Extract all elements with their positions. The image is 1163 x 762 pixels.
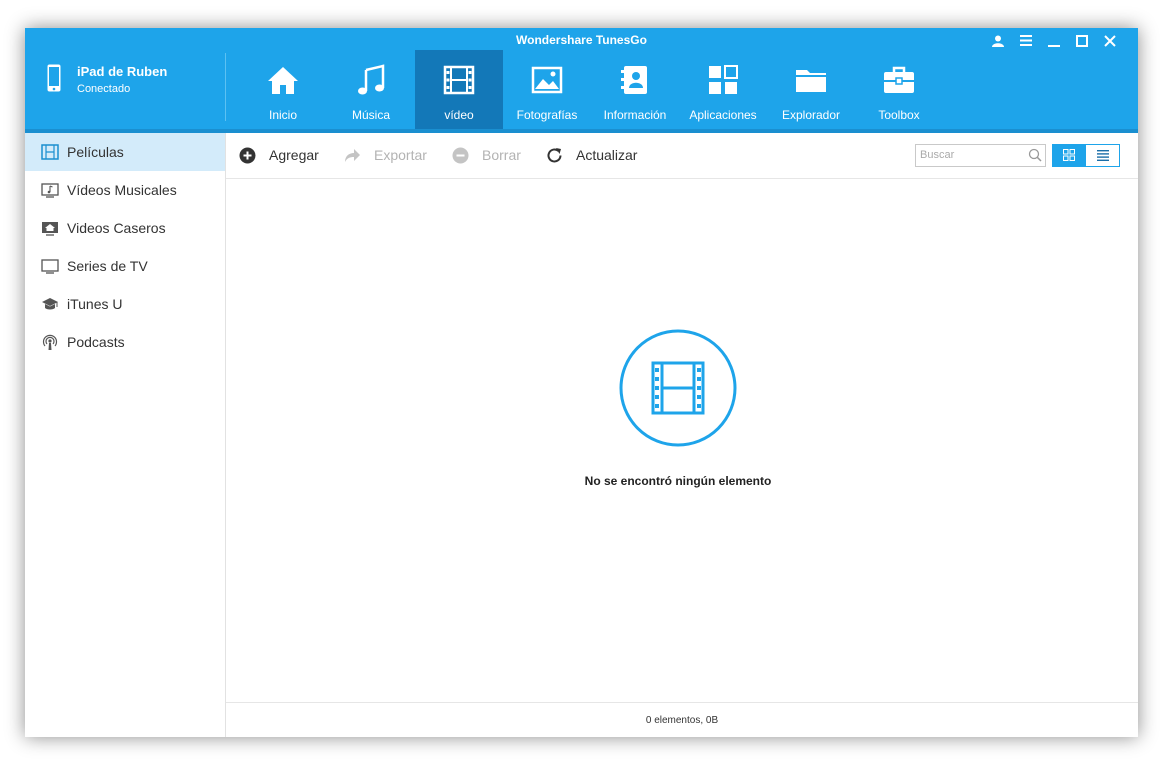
- header-bar: Wondershare TunesGo iPad de Ruben Conect…: [25, 28, 1138, 129]
- plus-circle-icon: [239, 147, 256, 164]
- tab-label: Explorador: [781, 108, 841, 122]
- sidebar-item-videos-musicales[interactable]: Vídeos Musicales: [25, 171, 225, 209]
- grid-icon: [1063, 149, 1075, 161]
- add-button[interactable]: Agregar: [239, 133, 329, 178]
- sidebar-item-label: Películas: [67, 144, 124, 160]
- podcast-icon: [42, 334, 58, 350]
- tab-informacion[interactable]: Información: [591, 50, 679, 129]
- sidebar-item-label: iTunes U: [67, 296, 123, 312]
- search-input[interactable]: [916, 145, 1028, 164]
- film-icon: [41, 144, 59, 160]
- main-tabs: Inicio Música vídeo Fotografías Informac…: [239, 50, 943, 129]
- device-name: iPad de Ruben: [77, 64, 168, 79]
- music-video-icon: [41, 183, 59, 198]
- search-icon[interactable]: [1028, 148, 1042, 162]
- sidebar-item-videos-caseros[interactable]: Videos Caseros: [25, 209, 225, 247]
- sidebar-item-peliculas[interactable]: Películas: [25, 133, 225, 171]
- graduation-cap-icon: [42, 298, 58, 310]
- folder-icon: [796, 70, 826, 92]
- search-box: [915, 144, 1046, 167]
- sidebar-item-label: Podcasts: [67, 334, 125, 350]
- refresh-icon: [547, 148, 562, 163]
- tab-label: Música: [351, 108, 390, 122]
- sidebar-item-label: Videos Caseros: [67, 220, 166, 236]
- grid-view-button[interactable]: [1053, 145, 1086, 166]
- sidebar-item-podcasts[interactable]: Podcasts: [25, 323, 225, 361]
- sidebar-item-label: Series de TV: [67, 258, 148, 274]
- close-icon[interactable]: [1096, 31, 1124, 51]
- minus-circle-icon: [452, 147, 469, 164]
- tab-label: Inicio: [268, 108, 297, 122]
- refresh-button[interactable]: Actualizar: [546, 133, 646, 178]
- tab-inicio[interactable]: Inicio: [239, 50, 327, 129]
- window-controls: [984, 31, 1124, 51]
- share-arrow-icon: [345, 149, 360, 162]
- tab-fotografias[interactable]: Fotografías: [503, 50, 591, 129]
- maximize-icon[interactable]: [1068, 31, 1096, 51]
- user-icon[interactable]: [984, 31, 1012, 51]
- tab-explorador[interactable]: Explorador: [767, 50, 855, 129]
- tv-icon: [41, 259, 59, 274]
- home-icon: [268, 67, 298, 94]
- sidebar-item-label: Vídeos Musicales: [67, 182, 177, 198]
- sidebar-item-series-tv[interactable]: Series de TV: [25, 247, 225, 285]
- home-video-icon: [42, 222, 58, 236]
- tab-video[interactable]: vídeo: [415, 50, 503, 129]
- tab-musica[interactable]: Música: [327, 50, 415, 129]
- view-toggle: [1052, 144, 1120, 167]
- tab-label: Aplicaciones: [689, 108, 757, 122]
- sidebar-item-itunes-u[interactable]: iTunes U: [25, 285, 225, 323]
- film-icon: [443, 65, 475, 95]
- sidebar: Películas Vídeos Musicales Videos Casero…: [25, 133, 226, 737]
- list-icon: [1097, 150, 1109, 161]
- device-status: Conectado: [77, 83, 131, 95]
- empty-film-icon: [619, 329, 737, 447]
- list-view-button[interactable]: [1086, 145, 1119, 166]
- tab-label: Toolbox: [878, 108, 920, 122]
- menu-icon[interactable]: [1012, 31, 1040, 51]
- music-icon: [358, 64, 385, 95]
- contacts-icon: [621, 66, 647, 94]
- minimize-icon[interactable]: [1040, 31, 1068, 51]
- app-window: Wondershare TunesGo iPad de Ruben Conect…: [25, 28, 1138, 737]
- tab-label: Fotografías: [516, 108, 578, 122]
- app-title: Wondershare TunesGo: [516, 33, 647, 47]
- header-divider: [225, 53, 226, 121]
- tab-label: Información: [603, 108, 667, 122]
- apps-icon: [709, 65, 738, 94]
- tab-aplicaciones[interactable]: Aplicaciones: [679, 50, 767, 129]
- export-button[interactable]: Exportar: [344, 133, 439, 178]
- tab-label: vídeo: [444, 108, 474, 122]
- empty-message: No se encontró ningún elemento: [584, 474, 772, 488]
- toolbar: Agregar Exportar Borrar Actualizar: [226, 133, 1138, 179]
- tab-toolbox[interactable]: Toolbox: [855, 50, 943, 129]
- phone-icon: [47, 64, 61, 92]
- photo-icon: [531, 66, 563, 94]
- toolbox-icon: [884, 66, 914, 93]
- delete-button[interactable]: Borrar: [452, 133, 532, 178]
- status-bar: 0 elementos, 0B: [226, 702, 1138, 737]
